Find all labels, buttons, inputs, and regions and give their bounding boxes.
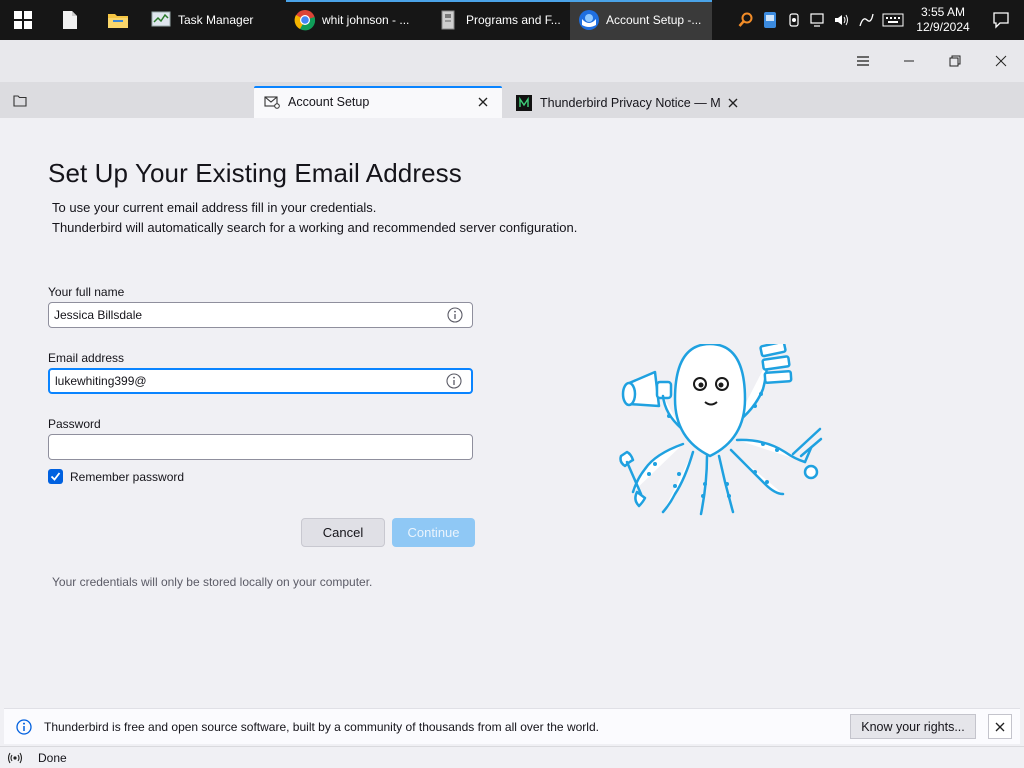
credentials-note: Your credentials will only be stored loc… [52,575,373,589]
full-name-input[interactable] [49,303,446,327]
mozilla-icon [516,95,532,111]
notification-close-button[interactable] [988,714,1012,739]
tab-label: Thunderbird Privacy Notice — Mozilla [540,96,720,110]
hamburger-menu-icon [857,56,869,66]
tray-volume-icon[interactable] [830,0,854,40]
running-indicator [430,0,570,2]
close-icon [995,55,1007,67]
tab-label: Account Setup [288,95,370,109]
tab-account-setup[interactable]: Account Setup [254,86,502,118]
tray-app-icon[interactable] [758,0,782,40]
octopus-mascot-icon [619,344,823,516]
remember-password-row[interactable]: Remember password [48,469,184,484]
password-field [48,434,473,460]
file-icon [63,11,77,29]
info-icon [447,307,463,323]
mail-settings-icon [264,96,280,109]
taskbar-app-chrome[interactable]: whit johnson - ... [286,0,430,40]
windows-start-button[interactable] [0,0,46,40]
programs-features-icon [441,10,455,30]
restore-button[interactable] [932,40,978,82]
taskbar-app-programs[interactable]: Programs and F... [430,0,570,40]
chrome-icon [294,10,316,31]
email-info-button[interactable] [445,372,463,390]
close-icon [478,97,488,107]
status-text: Done [38,750,67,765]
tab-close-button[interactable] [724,94,742,112]
password-input[interactable] [49,435,472,459]
password-label: Password [48,417,101,431]
taskbar-file-explorer-button[interactable] [94,0,142,40]
windows-logo-icon [14,11,32,29]
email-label: Email address [48,351,125,365]
folder-pane-button[interactable] [8,90,32,112]
account-setup-page: Set Up Your Existing Email Address To us… [0,118,1024,708]
info-icon [16,718,32,735]
notification-bar: Thunderbird is free and open source soft… [4,708,1020,744]
clock-time: 3:55 AM [920,5,966,19]
folder-icon [13,95,27,107]
taskbar-file-button[interactable] [46,0,94,40]
know-your-rights-button[interactable]: Know your rights... [850,714,976,739]
folder-icon [108,14,128,28]
taskbar-clock[interactable]: 3:55 AM 12/9/2024 [914,5,972,35]
remember-password-checkbox[interactable] [48,469,63,484]
notification-center-button[interactable] [978,0,1024,40]
taskbar-app-label: Task Manager [178,13,254,27]
thunderbird-icon [579,10,599,30]
minimize-button[interactable] [886,40,932,82]
full-name-label: Your full name [48,285,125,299]
tray-keyboard-icon[interactable] [878,0,908,40]
cancel-button[interactable]: Cancel [301,518,385,547]
close-icon [728,98,738,108]
status-bar: Done [0,746,1024,768]
online-status-icon [7,752,23,763]
taskbar-app-thunderbird[interactable]: Account Setup -... [570,0,712,40]
info-icon [446,373,462,389]
minimize-icon [904,60,914,62]
running-indicator [570,0,712,2]
running-indicator [286,0,430,2]
online-status-button[interactable] [6,749,24,767]
close-window-button[interactable] [978,40,1024,82]
taskbar-app-task-manager[interactable]: Task Manager [142,0,286,40]
tab-close-button[interactable] [474,93,492,111]
tray-search-icon[interactable] [734,0,758,40]
tray-pen-icon[interactable] [854,0,878,40]
restore-icon [949,55,961,67]
taskbar-app-label: Account Setup -... [606,13,702,27]
task-manager-icon [151,11,171,27]
email-input[interactable] [50,370,445,392]
tray-network-icon[interactable] [806,0,830,40]
taskbar: Task Manager whit johnson - ... Programs… [0,0,1024,40]
system-tray: 3:55 AM 12/9/2024 [734,0,1024,40]
clock-date: 12/9/2024 [916,20,970,34]
description-line-2: Thunderbird will automatically search fo… [52,220,578,235]
tab-privacy-notice[interactable]: Thunderbird Privacy Notice — Mozilla [506,88,752,118]
full-name-info-button[interactable] [446,306,464,324]
taskbar-app-label: whit johnson - ... [322,13,410,27]
page-title: Set Up Your Existing Email Address [48,158,462,188]
full-name-field [48,302,473,328]
description-line-1: To use your current email address fill i… [52,200,377,215]
email-field [48,368,473,394]
window-titlebar [0,40,1024,82]
continue-button[interactable]: Continue [392,518,475,547]
remember-password-label: Remember password [70,469,185,484]
notification-icon [993,12,1009,29]
app-menu-button[interactable] [840,40,886,82]
taskbar-app-label: Programs and F... [466,13,561,27]
tray-device-icon[interactable] [782,0,806,40]
notification-text: Thunderbird is free and open source soft… [44,719,599,734]
close-icon [995,722,1005,731]
checkmark-icon [50,472,61,481]
tab-strip: Account Setup Thunderbird Privacy Notice… [0,82,1024,118]
